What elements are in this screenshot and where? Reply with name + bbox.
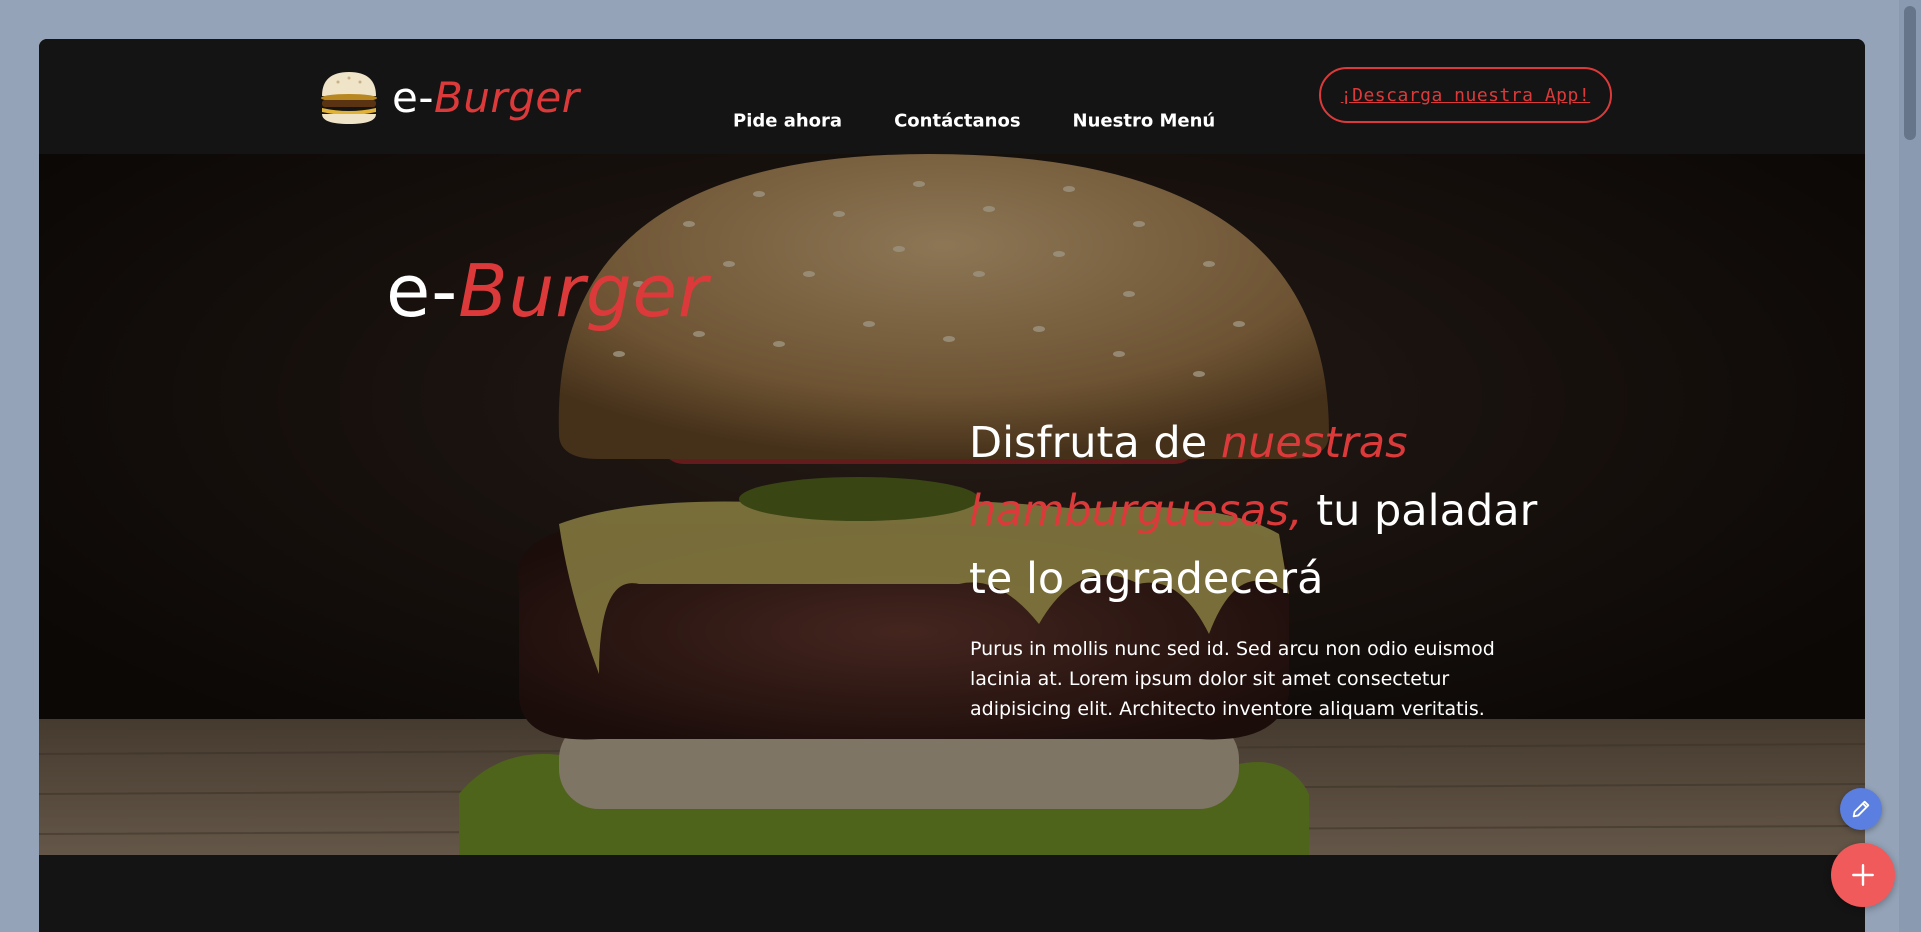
hero-title: Disfruta de nuestras hamburguesas, tu pa…: [969, 418, 1538, 604]
brand-logo[interactable]: e-Burger: [316, 67, 579, 127]
nav-nuestro-menu[interactable]: Nuestro Menú: [1073, 111, 1216, 132]
scrollbar-thumb[interactable]: [1904, 6, 1916, 140]
pencil-icon: [1852, 800, 1870, 818]
edit-button[interactable]: [1840, 788, 1882, 830]
brand-name: e-Burger: [392, 72, 580, 122]
nav-pide-ahora[interactable]: Pide ahora: [733, 111, 842, 132]
burger-icon: [321, 72, 377, 124]
site-header: e-Burger Pide ahora Contáctanos Nuestro …: [39, 39, 1865, 154]
download-app-button[interactable]: ¡Descarga nuestra App!: [1319, 67, 1612, 123]
hero-overlay: [39, 154, 1865, 855]
site-frame: e-Burger Pide ahora Contáctanos Nuestro …: [39, 39, 1865, 932]
plus-icon: [1852, 864, 1874, 886]
hero-description: Purus in mollis nunc sed id. Sed arcu no…: [970, 638, 1495, 720]
next-section: [39, 855, 1865, 932]
browser-viewport: e-Burger Pide ahora Contáctanos Nuestro …: [0, 0, 1921, 932]
add-button[interactable]: [1831, 843, 1895, 907]
nav-contactanos[interactable]: Contáctanos: [894, 111, 1020, 132]
page-scrollbar[interactable]: [1899, 0, 1921, 932]
hero-section: e-Burger Disfruta de nuestras hamburgues…: [39, 154, 1865, 855]
hero-logo: e-Burger: [386, 249, 709, 333]
main-nav: Pide ahora Contáctanos Nuestro Menú: [733, 111, 1215, 132]
